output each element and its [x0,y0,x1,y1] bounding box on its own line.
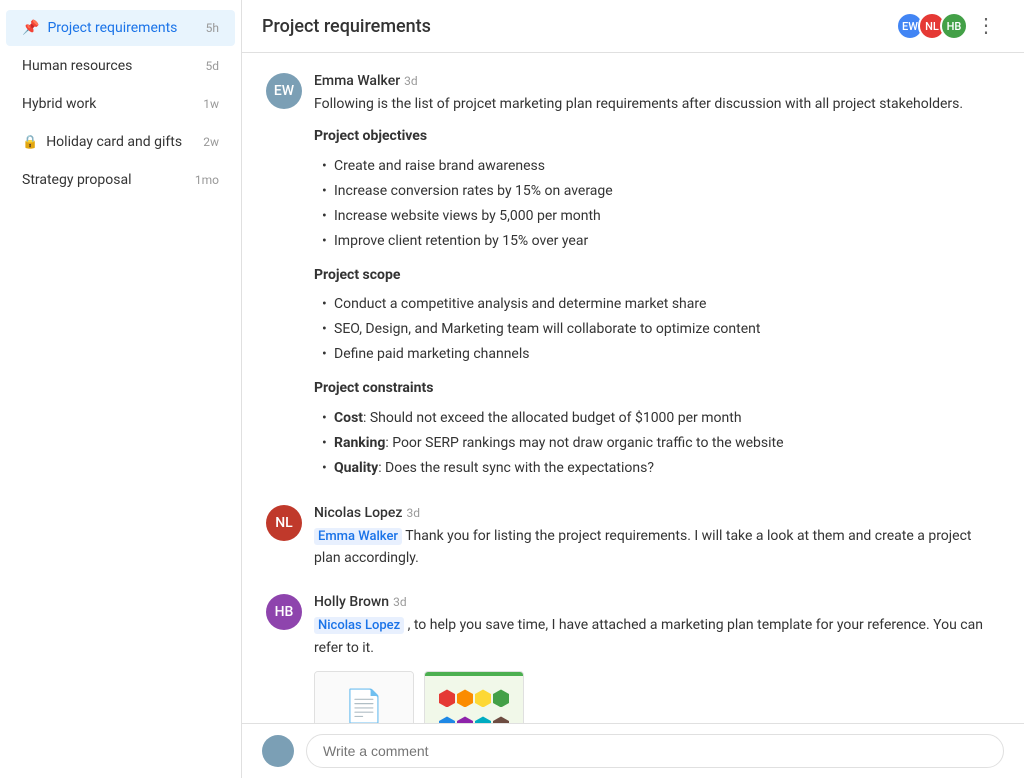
attachment-card[interactable]: ✓ Proof Marketing-stra-... Proof this fi… [424,671,524,723]
list-item: Quality: Does the result sync with the e… [322,456,1000,481]
mention-tag: Emma Walker [314,528,402,545]
comment-bar [242,723,1024,778]
sidebar-item-label: Strategy proposal [22,172,187,188]
attachment-card[interactable]: 📄 Marketing-plan-... Proof this file 2h [314,671,414,723]
hex-diagram [434,682,514,723]
hex-3 [493,689,509,707]
list-item: Ranking: Poor SERP rankings may not draw… [322,431,1000,456]
comment-input[interactable] [306,734,1004,768]
message-msg-1: EW Emma Walker 3d Following is the list … [266,73,1000,481]
message-header: Emma Walker 3d [314,73,1000,89]
messages-content: EW Emma Walker 3d Following is the list … [242,53,1024,723]
message-body: Nicolas Lopez 3d Emma Walker Thank you f… [314,505,1000,570]
sidebar-item-time: 1w [203,97,219,111]
message-msg-3: HB Holly Brown 3d Nicolas Lopez , to hel… [266,594,1000,723]
bullet-list: Conduct a competitive analysis and deter… [314,292,1000,367]
message-text: Following is the list of projcet marketi… [314,93,1000,481]
header-avatars: EW NL HB [902,12,968,40]
section-heading: Project constraints [314,377,1000,399]
avatar-3: HB [940,12,968,40]
message-author: Emma Walker [314,73,400,89]
hex-2 [475,689,491,707]
message-author: Nicolas Lopez [314,505,402,521]
hex-5 [457,716,473,723]
message-time: 3d [404,74,418,88]
message-text: Emma Walker Thank you for listing the pr… [314,525,1000,570]
sidebar-item-hybrid-work[interactable]: Hybrid work 1w [6,86,235,122]
sidebar-item-strategy-proposal[interactable]: Strategy proposal 1mo [6,162,235,198]
more-options-button[interactable]: ⋮ [968,12,1004,40]
hex-0 [439,689,455,707]
message-header: Holly Brown 3d [314,594,1000,610]
bullet-list: Cost: Should not exceed the allocated bu… [314,406,1000,481]
list-item: Create and raise brand awareness [322,154,1000,179]
message-msg-2: NL Nicolas Lopez 3d Emma Walker Thank yo… [266,505,1000,570]
list-item: Improve client retention by 15% over yea… [322,229,1000,254]
message-intro: Following is the list of projcet marketi… [314,93,1000,115]
lock-icon: 🔒 [22,135,38,150]
section-heading: Project objectives [314,125,1000,147]
sidebar-item-label: Holiday card and gifts [46,134,195,150]
hex-4 [439,716,455,723]
attachment-preview-img: ✓ Proof [425,676,523,723]
message-avatar: HB [266,594,302,630]
message-paragraph: Nicolas Lopez , to help you save time, I… [314,614,1000,659]
current-user-avatar [262,735,294,767]
section-heading: Project scope [314,264,1000,286]
hex-1 [457,689,473,707]
page-title: Project requirements [262,16,902,37]
pin-icon: 📌 [22,20,39,36]
mention-tag: Nicolas Lopez [314,617,404,634]
message-header: Nicolas Lopez 3d [314,505,1000,521]
message-text: Nicolas Lopez , to help you save time, I… [314,614,1000,723]
message-body: Emma Walker 3d Following is the list of … [314,73,1000,481]
main-panel: Project requirements EW NL HB ⋮ EW Emma … [242,0,1024,778]
sidebar-item-time: 1mo [195,173,219,187]
message-time: 3d [406,506,420,520]
hex-7 [493,716,509,723]
message-author: Holly Brown [314,594,389,610]
message-paragraph: Emma Walker Thank you for listing the pr… [314,525,1000,570]
list-item: Increase conversion rates by 15% on aver… [322,179,1000,204]
pdf-icon: 📄 [344,681,384,723]
attachments-row: 📄 Marketing-plan-... Proof this file 2h … [314,671,1000,723]
sidebar-item-time: 2w [203,135,219,149]
sidebar-item-holiday-card[interactable]: 🔒 Holiday card and gifts 2w [6,124,235,160]
message-avatar: EW [266,73,302,109]
sidebar-item-human-resources[interactable]: Human resources 5d [6,48,235,84]
sidebar-item-label: Project requirements [47,20,197,36]
message-body: Holly Brown 3d Nicolas Lopez , to help y… [314,594,1000,723]
attachment-preview: 📄 [315,672,413,723]
list-item: SEO, Design, and Marketing team will col… [322,317,1000,342]
sidebar-item-time: 5d [205,59,219,73]
list-item: Increase website views by 5,000 per mont… [322,204,1000,229]
list-item: Define paid marketing channels [322,342,1000,367]
sidebar-item-label: Human resources [22,58,197,74]
sidebar: 📌 Project requirements 5h Human resource… [0,0,242,778]
hex-6 [475,716,491,723]
message-time: 3d [393,595,407,609]
list-item: Conduct a competitive analysis and deter… [322,292,1000,317]
sidebar-item-label: Hybrid work [22,96,195,112]
sidebar-item-time: 5h [206,21,219,35]
sidebar-item-project-requirements[interactable]: 📌 Project requirements 5h [6,10,235,46]
page-header: Project requirements EW NL HB ⋮ [242,0,1024,53]
bullet-list: Create and raise brand awarenessIncrease… [314,154,1000,254]
message-avatar: NL [266,505,302,541]
list-item: Cost: Should not exceed the allocated bu… [322,406,1000,431]
